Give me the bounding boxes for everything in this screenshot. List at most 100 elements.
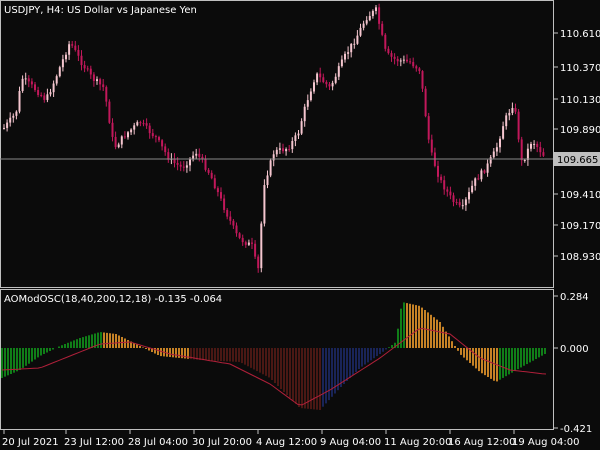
candle-body	[139, 122, 142, 124]
candle-body	[52, 83, 55, 93]
candle-body	[365, 20, 368, 24]
candle-body	[192, 155, 195, 159]
candle-body	[455, 202, 458, 204]
time-tick-label: 28 Jul 04:00	[128, 437, 188, 448]
candle-body	[350, 44, 353, 53]
candle-body	[229, 216, 232, 221]
chart-canvas[interactable]: 110.610 110.370 110.130 109.890 109.410 …	[0, 0, 600, 450]
candle-body	[319, 73, 322, 78]
price-panel-border	[0, 0, 554, 288]
candle-body	[489, 157, 492, 164]
price-tick-label: 109.890	[560, 125, 600, 136]
candle-body	[204, 159, 207, 170]
candle-body	[517, 111, 520, 140]
candle-body	[409, 61, 412, 63]
candle-body	[483, 170, 486, 173]
candle-body	[185, 165, 188, 168]
candle-body	[111, 122, 114, 137]
candle-body	[533, 143, 536, 145]
price-axis: 110.610 110.370 110.130 109.890 109.410 …	[553, 29, 600, 263]
candle-body	[530, 143, 532, 149]
candle-body	[468, 192, 470, 200]
candle-body	[117, 144, 120, 148]
candle-body	[34, 84, 36, 91]
candle-body	[282, 148, 284, 152]
candle-body	[402, 59, 405, 61]
indicator-axis: 0.284 0.000 -0.421	[553, 292, 592, 435]
price-tag-value: 109.665	[557, 155, 598, 166]
candle-body	[130, 129, 133, 133]
candle-body	[418, 68, 421, 72]
candle-body	[381, 23, 384, 35]
candle-body	[6, 122, 9, 128]
candle-body	[55, 76, 58, 84]
candle-body	[526, 148, 529, 160]
candle-body	[443, 180, 446, 190]
candle-body	[43, 95, 46, 100]
candle-body	[151, 133, 154, 137]
candle-body	[480, 170, 483, 180]
candle-body	[133, 125, 136, 130]
candle-body	[474, 178, 477, 186]
candle-body	[164, 146, 167, 153]
candle-body	[226, 209, 229, 217]
candle-body	[182, 166, 185, 168]
candle-body	[154, 136, 157, 138]
candle-body	[347, 52, 350, 54]
candle-body	[399, 60, 402, 62]
candle-body	[58, 67, 61, 77]
candle-body	[337, 66, 340, 77]
candle-body	[148, 125, 151, 134]
candle-body	[306, 100, 309, 107]
candle-body	[340, 59, 343, 67]
candle-body	[108, 101, 111, 123]
time-tick-label: 30 Jul 20:00	[192, 437, 252, 448]
candle-body	[278, 148, 281, 150]
candle-body	[285, 149, 288, 152]
price-tick-label: 110.370	[560, 63, 600, 74]
time-axis: 20 Jul 2021 23 Jul 12:00 28 Jul 04:00 30…	[2, 430, 579, 448]
candle-body	[263, 185, 266, 224]
candle-body	[396, 58, 399, 62]
candle-body	[235, 225, 238, 234]
candle-body	[368, 16, 371, 21]
candle-body	[21, 78, 24, 91]
candle-body	[424, 88, 427, 117]
candle-body	[415, 66, 418, 69]
price-tick-label: 108.930	[560, 252, 600, 263]
candle-body	[61, 59, 64, 68]
candle-body	[102, 84, 105, 88]
candle-body	[15, 111, 18, 116]
candle-body	[145, 123, 148, 126]
candle-body	[458, 202, 461, 206]
candle-body	[40, 95, 43, 97]
ao-histogram	[1, 302, 546, 410]
candle-body	[46, 94, 49, 100]
candle-body	[83, 65, 86, 69]
candle-body	[536, 143, 539, 148]
candle-body	[303, 106, 306, 122]
candle-body	[198, 153, 201, 157]
candle-body	[77, 49, 80, 56]
candle-body	[486, 163, 489, 173]
candle-body	[158, 137, 160, 141]
candle-body	[384, 34, 387, 49]
indicator-tick-label: 0.000	[560, 344, 589, 355]
candle-body	[288, 149, 291, 151]
candle-body	[322, 77, 325, 82]
candlestick-series	[3, 3, 545, 273]
candle-body	[412, 62, 415, 67]
candle-body	[514, 108, 517, 112]
candle-body	[220, 192, 222, 199]
candle-body	[440, 176, 443, 181]
candle-body	[297, 133, 300, 136]
candle-body	[195, 153, 198, 156]
candle-body	[260, 223, 263, 269]
candle-body	[71, 44, 74, 46]
candle-body	[136, 122, 139, 126]
price-tick-label: 110.610	[560, 29, 600, 40]
candle-body	[300, 121, 303, 134]
symbol-label: USDJPY, H4: US Dollar vs Japanese Yen	[4, 5, 197, 16]
candle-body	[356, 35, 359, 44]
candle-body	[430, 139, 433, 153]
